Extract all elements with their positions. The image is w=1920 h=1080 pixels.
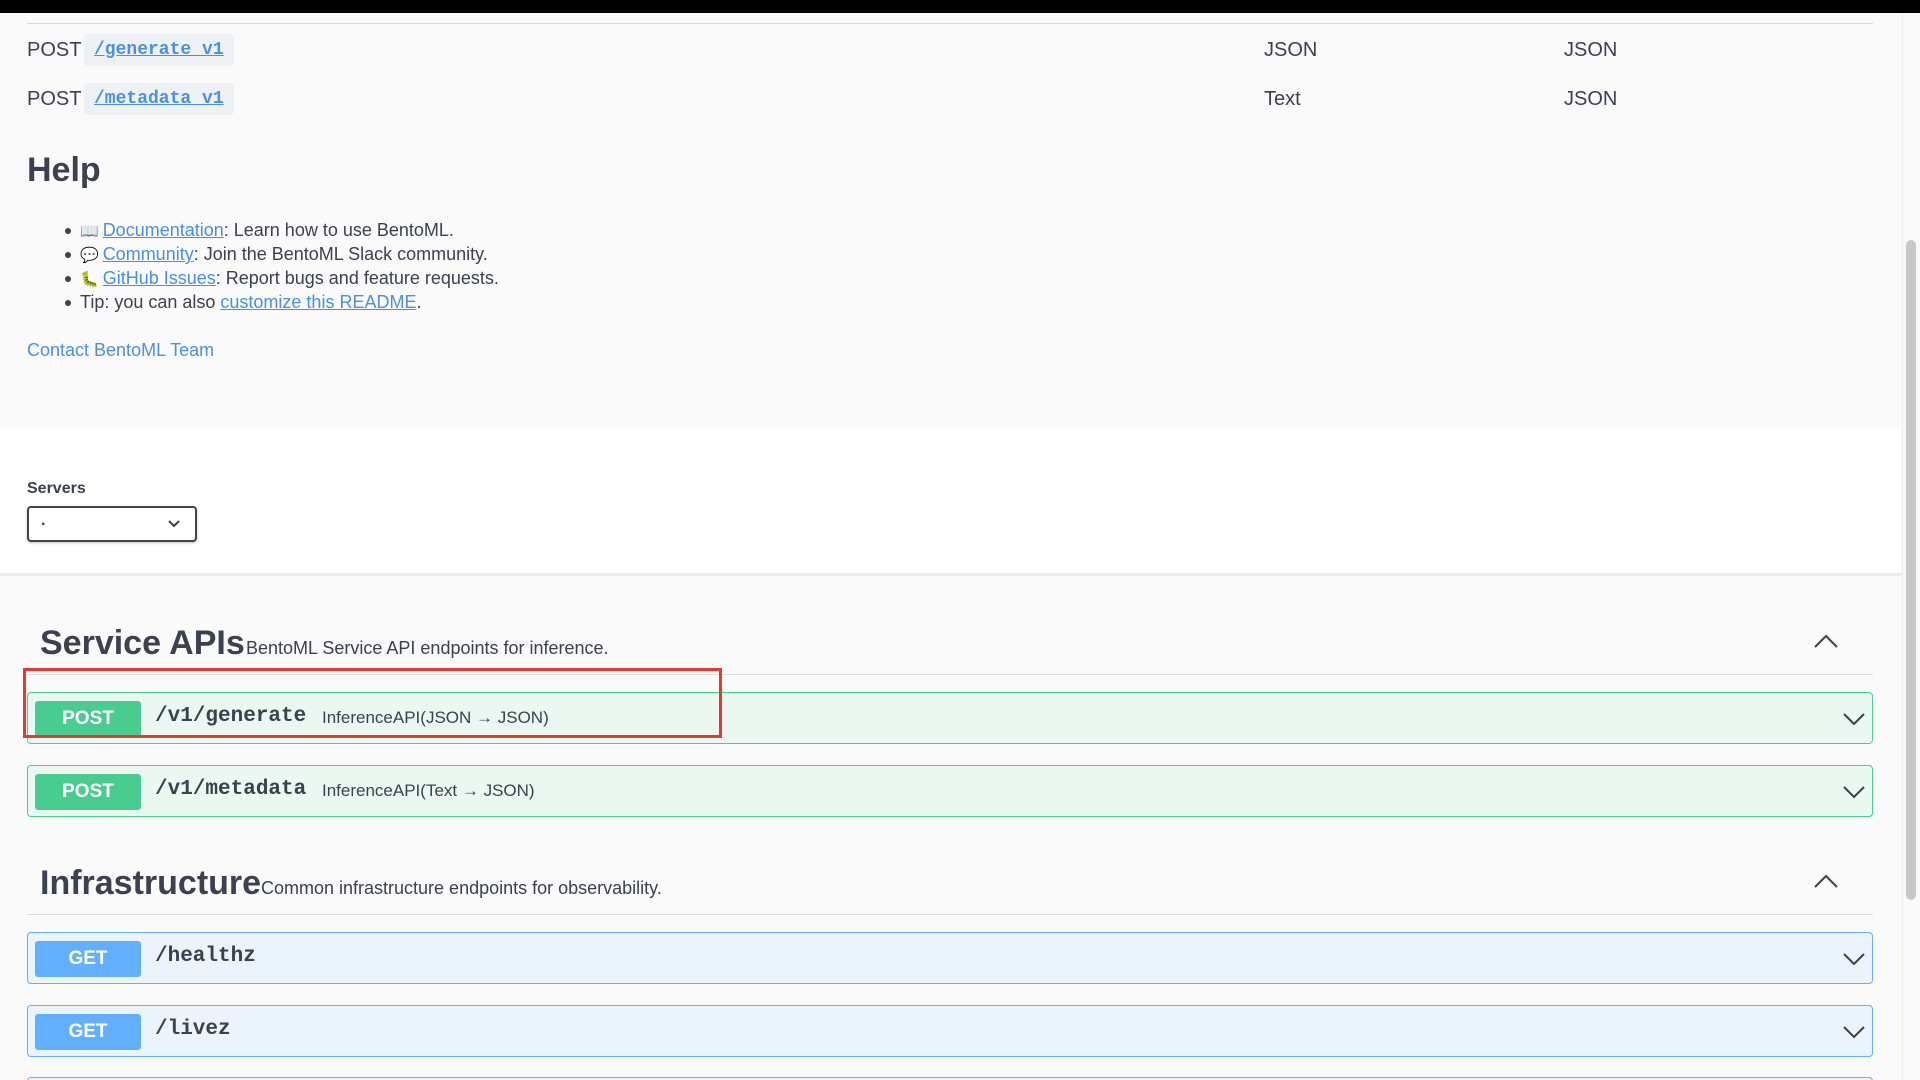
chevron-down-icon[interactable] — [1842, 784, 1866, 800]
chevron-up-icon[interactable] — [1811, 870, 1841, 892]
bug-icon: 🐛 — [80, 271, 99, 288]
endpoint-input-type: JSON — [1264, 39, 1318, 61]
chevron-down-icon — [168, 520, 180, 528]
chevron-down-icon[interactable] — [1842, 951, 1866, 967]
servers-section: Servers . — [0, 428, 1902, 576]
help-item-community: 💬 Community: Join the BentoML Slack commu… — [27, 242, 499, 266]
chevron-down-icon[interactable] — [1842, 1024, 1866, 1040]
endpoint-input-type: Text — [1264, 88, 1301, 110]
section-title: Infrastructure — [40, 864, 262, 902]
speech-bubble-icon: 💬 — [80, 247, 99, 264]
window-top-bar — [0, 0, 1920, 13]
help-item-text: : Learn how to use BentoML. — [223, 220, 454, 240]
section-title: Service APIs — [40, 624, 245, 662]
service-apis-header[interactable]: Service APIs BentoML Service API endpoin… — [27, 616, 1873, 675]
servers-label: Servers — [27, 480, 86, 497]
operation-get-livez[interactable]: GET /livez — [27, 1005, 1873, 1057]
book-icon: 📖 — [80, 223, 99, 240]
endpoint-output-type: JSON — [1564, 39, 1618, 61]
help-item-github-issues: 🐛 GitHub Issues: Report bugs and feature … — [27, 266, 499, 290]
github-issues-link[interactable]: GitHub Issues — [103, 268, 216, 288]
infrastructure-header[interactable]: Infrastructure Common infrastructure end… — [27, 856, 1873, 915]
help-item-tip: Tip: you can also customize this README. — [27, 290, 499, 314]
endpoint-method: POST — [27, 39, 82, 61]
help-item-text: : Join the BentoML Slack community. — [193, 244, 488, 264]
customize-readme-link[interactable]: customize this README — [220, 292, 416, 312]
servers-select[interactable]: . — [27, 506, 197, 542]
method-badge: POST — [35, 701, 141, 737]
endpoint-output-type: JSON — [1564, 88, 1618, 110]
operation-post-v1-generate[interactable]: POST /v1/generate InferenceAPI(JSON → JS… — [27, 692, 1873, 744]
method-badge: GET — [35, 941, 141, 977]
chevron-down-icon[interactable] — [1842, 711, 1866, 727]
contact-team-link[interactable]: Contact BentoML Team — [27, 340, 214, 361]
operation-path: /v1/metadata — [155, 778, 307, 801]
operation-summary: InferenceAPI(JSON → JSON) — [322, 708, 549, 727]
operation-summary: InferenceAPI(Text → JSON) — [322, 781, 535, 800]
help-item-documentation: 📖 Documentation: Learn how to use BentoML… — [27, 218, 499, 242]
tip-text: Tip: you can also — [80, 292, 221, 312]
swagger-page: POST /generate_v1 JSON JSON POST /metada… — [0, 13, 1902, 1080]
endpoint-path-link[interactable]: /metadata_v1 — [84, 83, 234, 115]
endpoint-row: POST /metadata_v1 Text JSON — [27, 83, 1873, 115]
info-section: POST /generate_v1 JSON JSON POST /metada… — [0, 13, 1902, 428]
tip-suffix: . — [416, 292, 422, 312]
servers-selected-value: . — [41, 512, 46, 529]
method-badge: GET — [35, 1014, 141, 1050]
section-description: Common infrastructure endpoints for obse… — [261, 878, 662, 898]
operation-get-healthz[interactable]: GET /healthz — [27, 932, 1873, 984]
operation-path: /v1/generate — [155, 705, 307, 728]
endpoint-path-link[interactable]: /generate_v1 — [84, 34, 234, 66]
method-badge: POST — [35, 774, 141, 810]
help-heading: Help — [27, 151, 101, 189]
documentation-link[interactable]: Documentation — [103, 220, 224, 240]
scrollbar-thumb[interactable] — [1906, 240, 1916, 900]
operation-path: /livez — [155, 1018, 231, 1041]
table-divider — [27, 23, 1873, 24]
help-list: 📖 Documentation: Learn how to use BentoML… — [27, 218, 499, 314]
endpoint-row: POST /generate_v1 JSON JSON — [27, 34, 1873, 66]
chevron-up-icon[interactable] — [1811, 630, 1841, 652]
community-link[interactable]: Community — [103, 244, 194, 264]
section-description: BentoML Service API endpoints for infere… — [246, 638, 609, 658]
operation-post-v1-metadata[interactable]: POST /v1/metadata InferenceAPI(Text → JS… — [27, 765, 1873, 817]
endpoint-method: POST — [27, 88, 82, 110]
help-item-text: : Report bugs and feature requests. — [215, 268, 499, 288]
operation-path: /healthz — [155, 945, 256, 968]
